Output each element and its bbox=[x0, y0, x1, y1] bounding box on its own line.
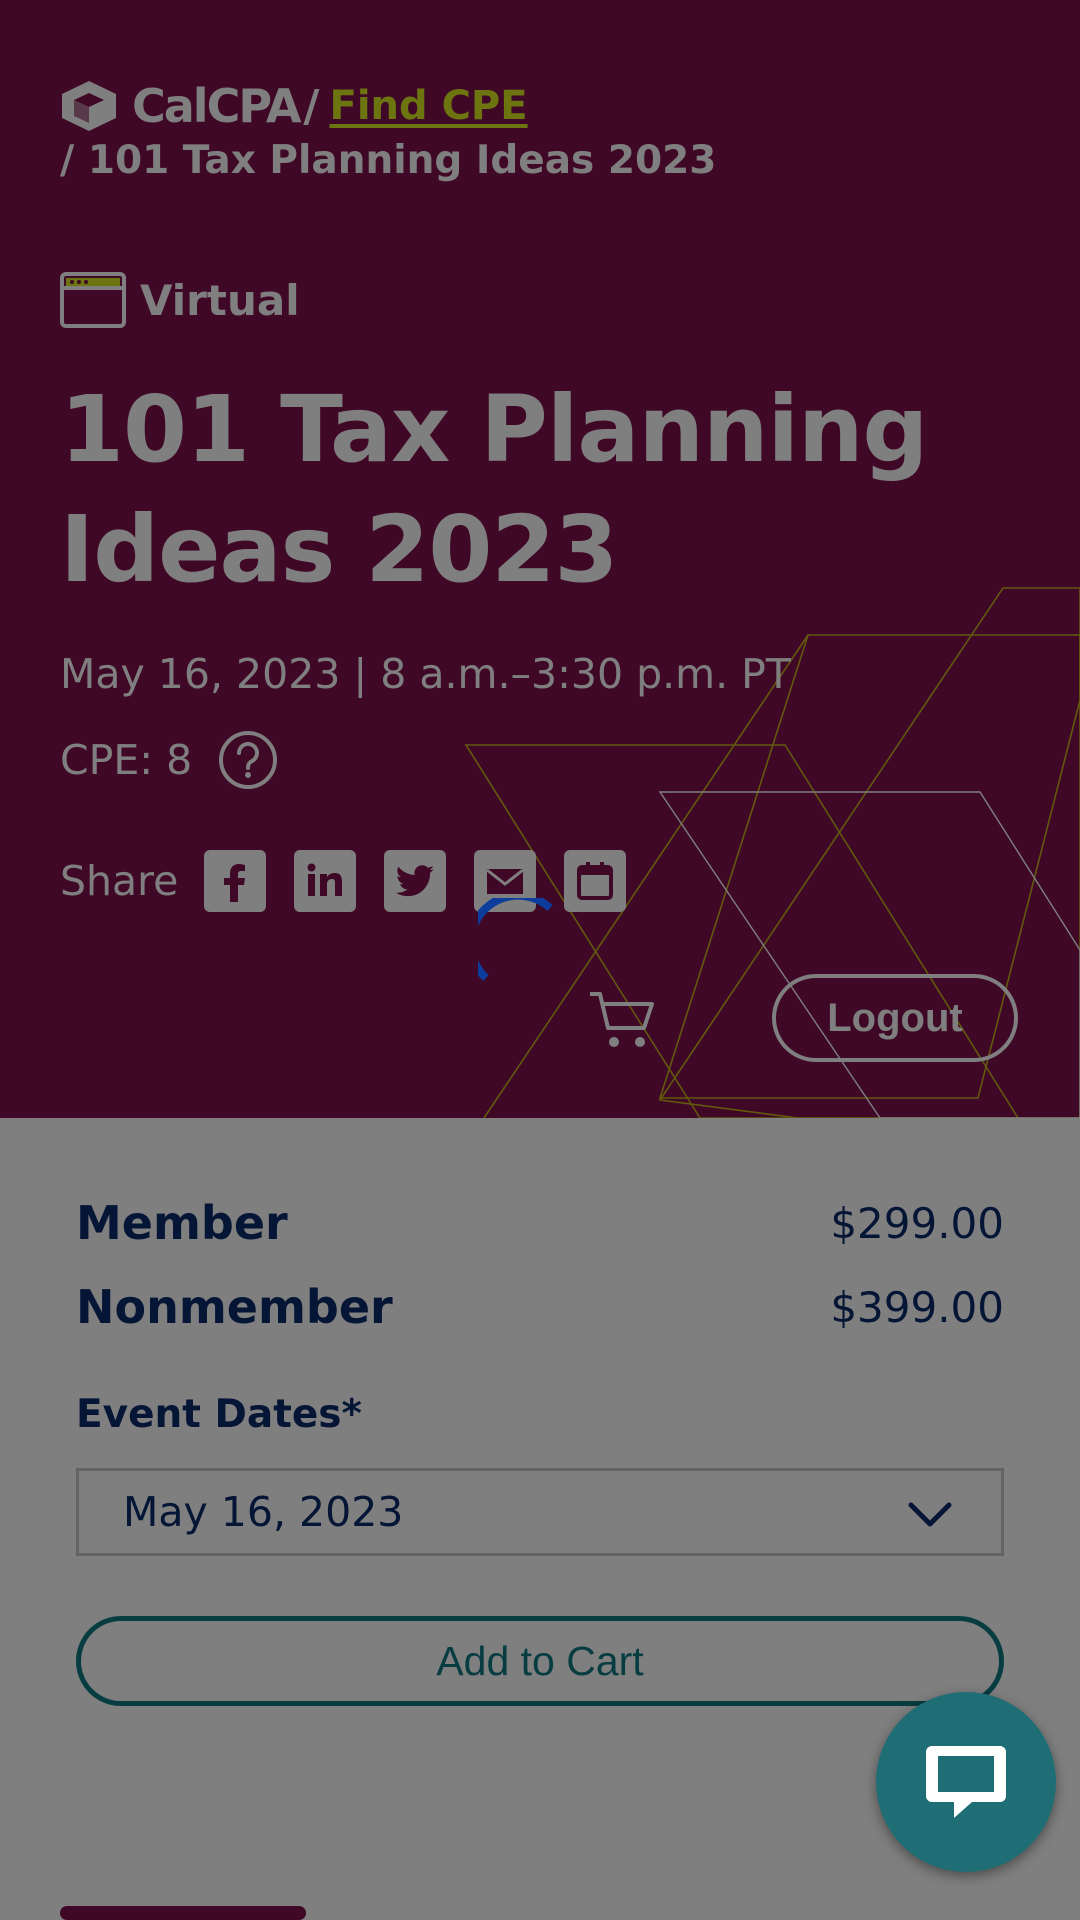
loading-spinner-icon bbox=[478, 898, 553, 981]
chat-bubble-icon bbox=[926, 1746, 1006, 1818]
live-chat-button[interactable] bbox=[876, 1692, 1056, 1872]
